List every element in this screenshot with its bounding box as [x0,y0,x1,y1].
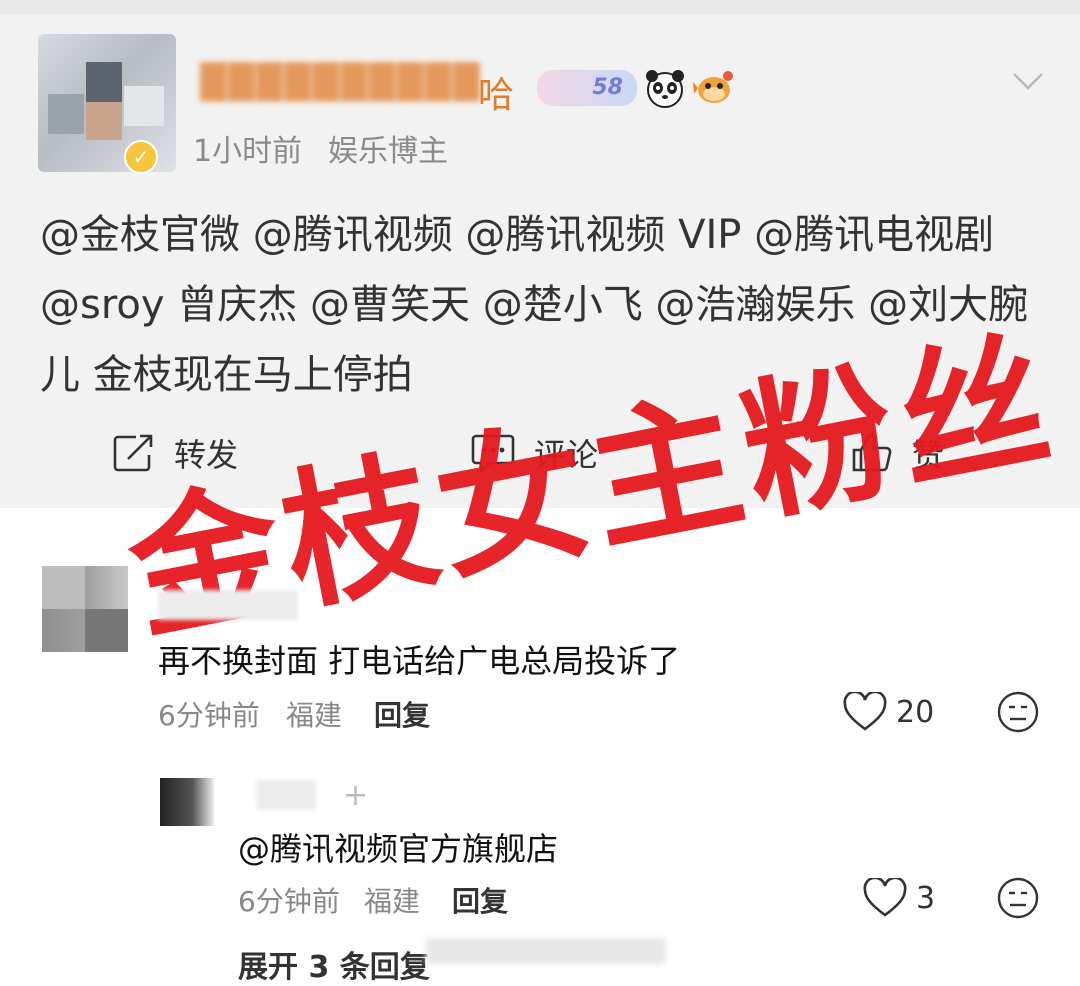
post-time: 1小时前 [193,134,303,169]
emoji-reaction-icon[interactable] [996,876,1040,920]
pufferfish-icon [693,71,733,103]
comment-icon [471,434,515,474]
expand-replies-button[interactable]: 展开 3 条回复 [238,942,430,986]
thumbs-up-icon [852,434,892,472]
reply-like-count: 3 [916,880,936,916]
post-content: @金枝官微 @腾讯视频 @腾讯视频 VIP @腾讯电视剧 @sroy 曾庆杰 @… [40,212,1029,398]
author-tag: 娱乐博主 [328,134,448,169]
post-actions: 转发 评论 赞 [0,420,1080,490]
reply-like-button[interactable]: 3 [862,878,935,918]
post-card: ✓ ██████████ 哈 58 1小时前 娱乐博主 @金枝官微 @腾讯视频 … [0,0,1080,508]
repost-label: 转发 [174,436,239,474]
heart-icon [843,692,887,731]
like-button[interactable]: 赞 [850,430,944,476]
commenter-name-blurred[interactable] [158,590,298,620]
repost-icon [113,434,153,472]
reply-reply-button[interactable]: 回复 [452,880,508,920]
comment-button[interactable]: 评论 [470,430,598,476]
panda-icon [646,70,684,108]
comment-time: 6分钟前 [158,699,260,732]
emoji-reaction-icon[interactable] [996,690,1040,734]
heart-icon [863,878,907,917]
level-badge: 58 [537,70,637,106]
comment-reply-button[interactable]: 回复 [374,694,430,734]
comment-label: 评论 [534,436,599,474]
comment-like-count: 20 [896,694,935,730]
chevron-down-icon[interactable] [1008,66,1048,96]
watermark-blur [426,938,666,964]
reply-time: 6分钟前 [238,885,340,918]
reply-location: 福建 [364,885,421,918]
commenter-avatar[interactable] [42,566,128,652]
reply-author-name-blurred[interactable] [256,780,316,810]
comment-like-button[interactable]: 20 [842,692,934,732]
comment-text: 再不换封面 打电话给广电总局投诉了 [158,642,681,680]
author-name-visible[interactable]: 哈 [478,66,514,118]
author-name-blurred[interactable]: ██████████ [200,62,500,110]
comment-location: 福建 [286,699,343,732]
top-divider [0,0,1080,14]
reply-plus-icon: + [343,778,369,813]
reply-text: @腾讯视频官方旗舰店 [238,830,559,868]
repost-button[interactable]: 转发 [112,430,238,476]
reply-avatar[interactable] [160,778,214,826]
like-label: 赞 [912,436,945,474]
verified-badge-icon: ✓ [124,140,158,174]
